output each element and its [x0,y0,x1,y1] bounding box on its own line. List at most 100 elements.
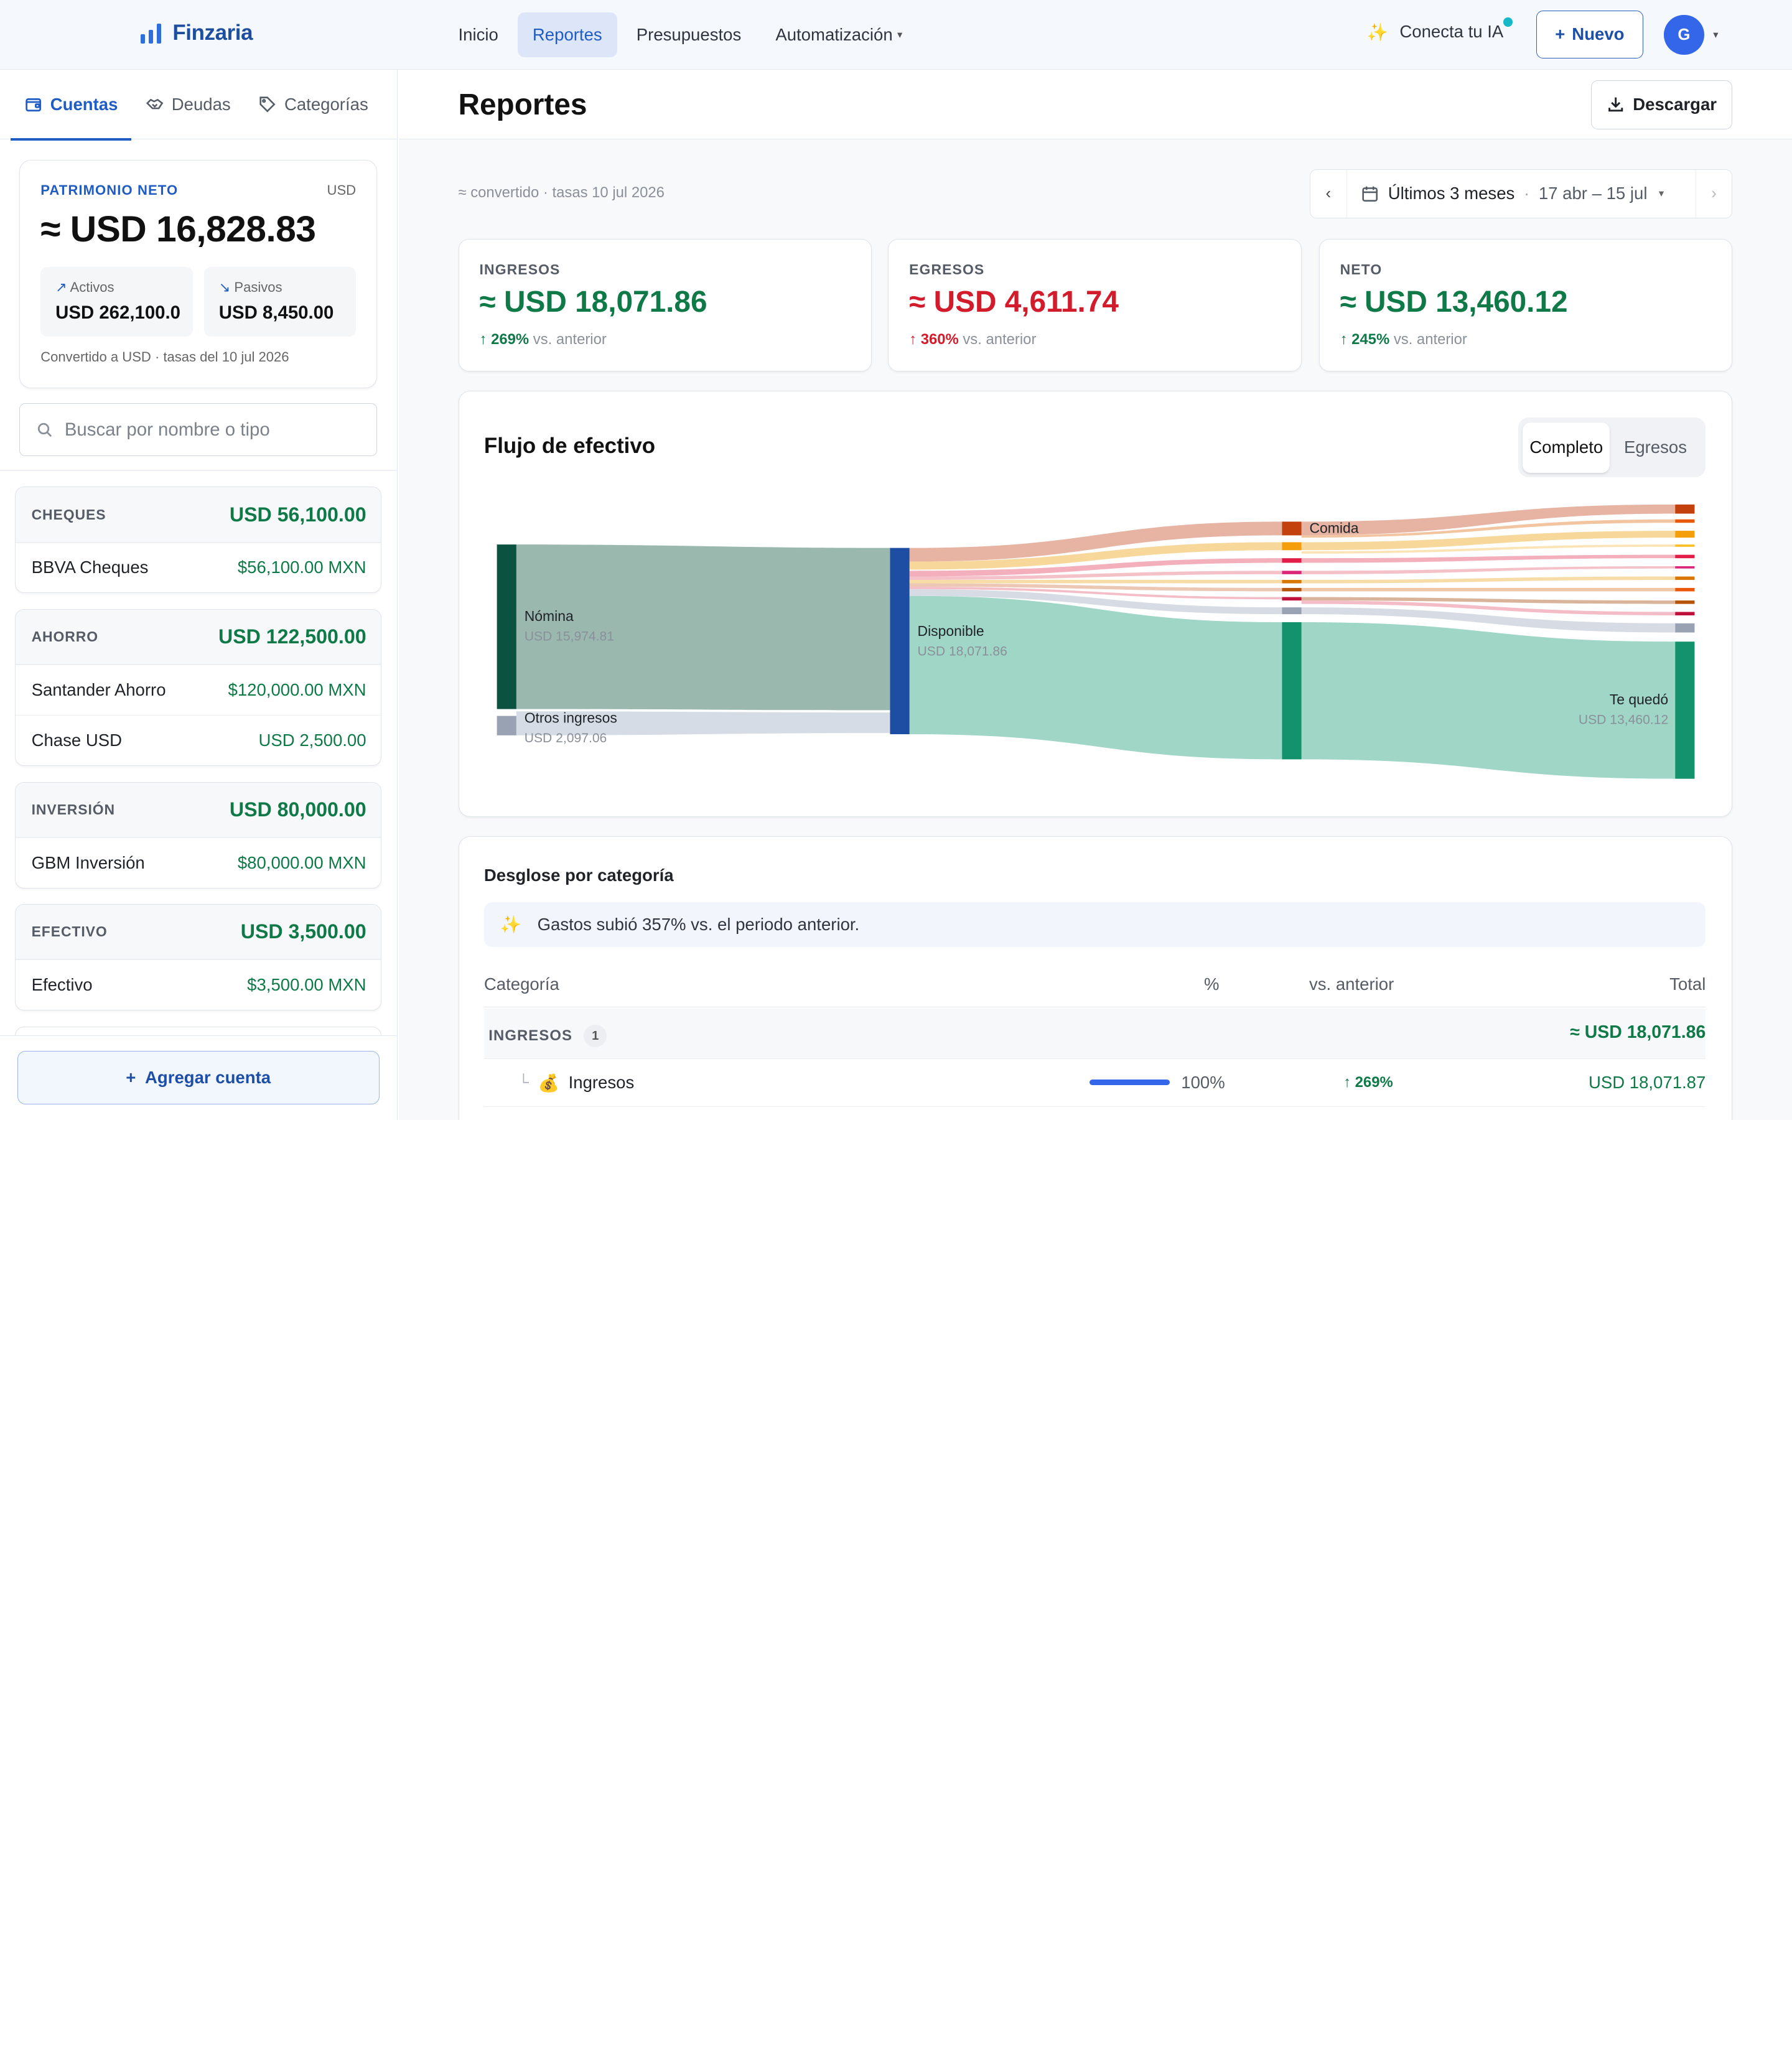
nav-item-presupuestos[interactable]: Presupuestos [622,12,756,57]
column-header-total[interactable]: Total [1669,974,1706,994]
node-nomina[interactable] [497,544,516,709]
node-cat-6[interactable] [1281,588,1302,592]
kpi-card-ingresos: INGRESOS ≈ USD 18,071.86 ↑ 269% vs. ante… [458,238,872,371]
nav-item-reportes[interactable]: Reportes [518,12,617,57]
avatar-caret-icon[interactable]: ▾ [1713,29,1718,41]
liabilities-label-wrap: ↘ Pasivos [219,279,282,296]
sparkle-icon: ✨ [500,915,521,935]
node-comida[interactable] [1281,521,1302,536]
node-cat-8[interactable] [1281,607,1302,615]
sidebar-footer: + Agregar cuenta [0,1035,397,1120]
node-cat-7[interactable] [1281,597,1302,601]
group-header[interactable]: AHORRO USD 122,500.00 [15,610,381,665]
flow-link-nomina [516,544,890,711]
main-content: Reportes Descargar ≈ convertido · tasas … [399,70,1792,1120]
node-detail-6[interactable] [1674,566,1694,569]
new-button-label: Nuevo [1572,24,1625,44]
range-label: Últimos 3 meses [1388,184,1515,203]
account-row[interactable]: Chase USD USD 2,500.00 [15,715,381,765]
node-detail-7[interactable] [1674,576,1694,581]
column-header-category[interactable]: Categoría [484,974,559,994]
kpi-delta-wrap: ↑ 360% vs. anterior [909,331,1036,348]
section-name: INGRESOS [488,1027,573,1045]
date-range-select[interactable]: Últimos 3 meses · 17 abr – 15 jul ▾ [1347,170,1696,218]
previous-period-button[interactable]: ‹ [1310,169,1347,218]
account-name: Chase USD [31,730,123,750]
node-detail-5[interactable] [1674,554,1694,559]
next-period-button[interactable]: › [1695,169,1732,218]
table-row[interactable]: └ 💰 Ingresos 100% ↑ 269% USD 18,071.87 [483,1059,1706,1107]
liabilities-box: ↘ Pasivos USD 8,450.00 [203,266,357,337]
networth-value: ≈ USD 16,828.83 [40,209,316,250]
node-detail-10[interactable] [1674,612,1694,616]
node-te-quedo[interactable] [1674,641,1694,779]
tree-branch-icon: └ [518,1074,529,1091]
group-header[interactable]: EFECTIVO USD 3,500.00 [15,905,381,960]
liabilities-value: USD 8,450.00 [218,302,334,323]
row-category: └ 💰 Ingresos [518,1073,634,1093]
search-icon [37,422,52,437]
node-detail-3[interactable] [1674,531,1694,538]
toggle-egresos[interactable]: Egresos [1610,422,1701,473]
assets-label: Activos [70,279,114,296]
account-amount: $120,000.00 MXN [228,680,366,700]
node-otros-ingresos[interactable] [497,716,516,735]
tab-categorias[interactable]: Categorías [245,70,382,139]
node-detail-4[interactable] [1674,544,1694,547]
account-row[interactable]: Santander Ahorro $120,000.00 MXN [15,665,381,715]
new-button[interactable]: + Nuevo [1536,10,1644,58]
insight-text: Gastos subió 357% vs. el periodo anterio… [537,914,860,934]
tab-deudas[interactable]: Deudas [131,70,244,139]
search-input[interactable]: Buscar por nombre o tipo [65,419,270,441]
flow-link-detail-8 [1301,588,1675,592]
account-row[interactable]: GBM Inversión $80,000.00 MXN [15,837,381,888]
avatar[interactable]: G [1664,14,1704,55]
node-ahorro-intermedio[interactable] [1281,622,1302,760]
column-header-pct[interactable]: % [1204,974,1220,994]
tab-deudas-label: Deudas [171,95,231,114]
money-bag-icon: 💰 [538,1073,559,1093]
account-row[interactable]: Efectivo $3,500.00 MXN [15,959,381,1010]
download-label: Descargar [1633,95,1717,114]
connect-ai-label: Conecta tu IA [1399,22,1504,42]
arrow-down-right-icon: ↘ [218,279,231,296]
node-detail-1[interactable] [1674,504,1694,514]
node-disponible[interactable] [889,548,910,735]
node-detail-11[interactable] [1674,623,1694,633]
node-detail-9[interactable] [1674,600,1694,604]
group-header[interactable]: INVERSIÓN USD 80,000.00 [15,782,381,837]
account-amount: $80,000.00 MXN [237,852,366,872]
add-account-button[interactable]: + Agregar cuenta [17,1050,380,1105]
table-section-row[interactable]: INGRESOS 1 ≈ USD 18,071.86 [483,1008,1706,1059]
nav-item-inicio[interactable]: Inicio [444,12,513,57]
table-header: Categoría % vs. anterior Total [483,963,1706,1008]
node-cat-2[interactable] [1281,542,1302,551]
account-group-ahorro: AHORRO USD 122,500.00 Santander Ahorro $… [14,609,382,766]
networth-note: Convertido a USD · tasas del 10 jul 2026 [40,349,289,365]
tab-cuentas[interactable]: Cuentas [10,70,132,141]
account-name: Efectivo [31,975,93,995]
node-cat-3[interactable] [1281,558,1302,563]
toggle-completo[interactable]: Completo [1523,422,1610,473]
group-name: EFECTIVO [31,923,108,940]
group-header[interactable]: CHEQUES USD 56,100.00 [15,487,381,543]
sidebar-tabs: Cuentas Deudas Categorías [0,70,398,141]
node-detail-8[interactable] [1674,588,1694,592]
calendar-icon [1362,186,1378,202]
kpi-value: ≈ USD 4,611.74 [909,286,1119,319]
account-name: BBVA Cheques [31,557,149,577]
nav-item-automatizacion[interactable]: Automatización ▾ [760,12,917,57]
group-total: USD 122,500.00 [218,625,366,648]
nav-item-automatizacion-label: Automatización [775,25,893,45]
kpi-card-egresos: EGRESOS ≈ USD 4,611.74 ↑ 360% vs. anteri… [888,238,1302,371]
node-cat-4[interactable] [1281,571,1302,575]
range-separator: · [1523,184,1530,203]
account-row[interactable]: BBVA Cheques $56,100.00 MXN [15,542,381,593]
node-cat-5[interactable] [1281,580,1302,584]
download-button[interactable]: Descargar [1590,80,1733,129]
brand[interactable]: Finzaria [140,21,253,45]
account-search[interactable]: Buscar por nombre o tipo [19,403,378,456]
connect-ai-button[interactable]: ✨ Conecta tu IA [1367,17,1513,42]
node-detail-2[interactable] [1674,519,1694,523]
column-header-vs[interactable]: vs. anterior [1309,974,1394,994]
